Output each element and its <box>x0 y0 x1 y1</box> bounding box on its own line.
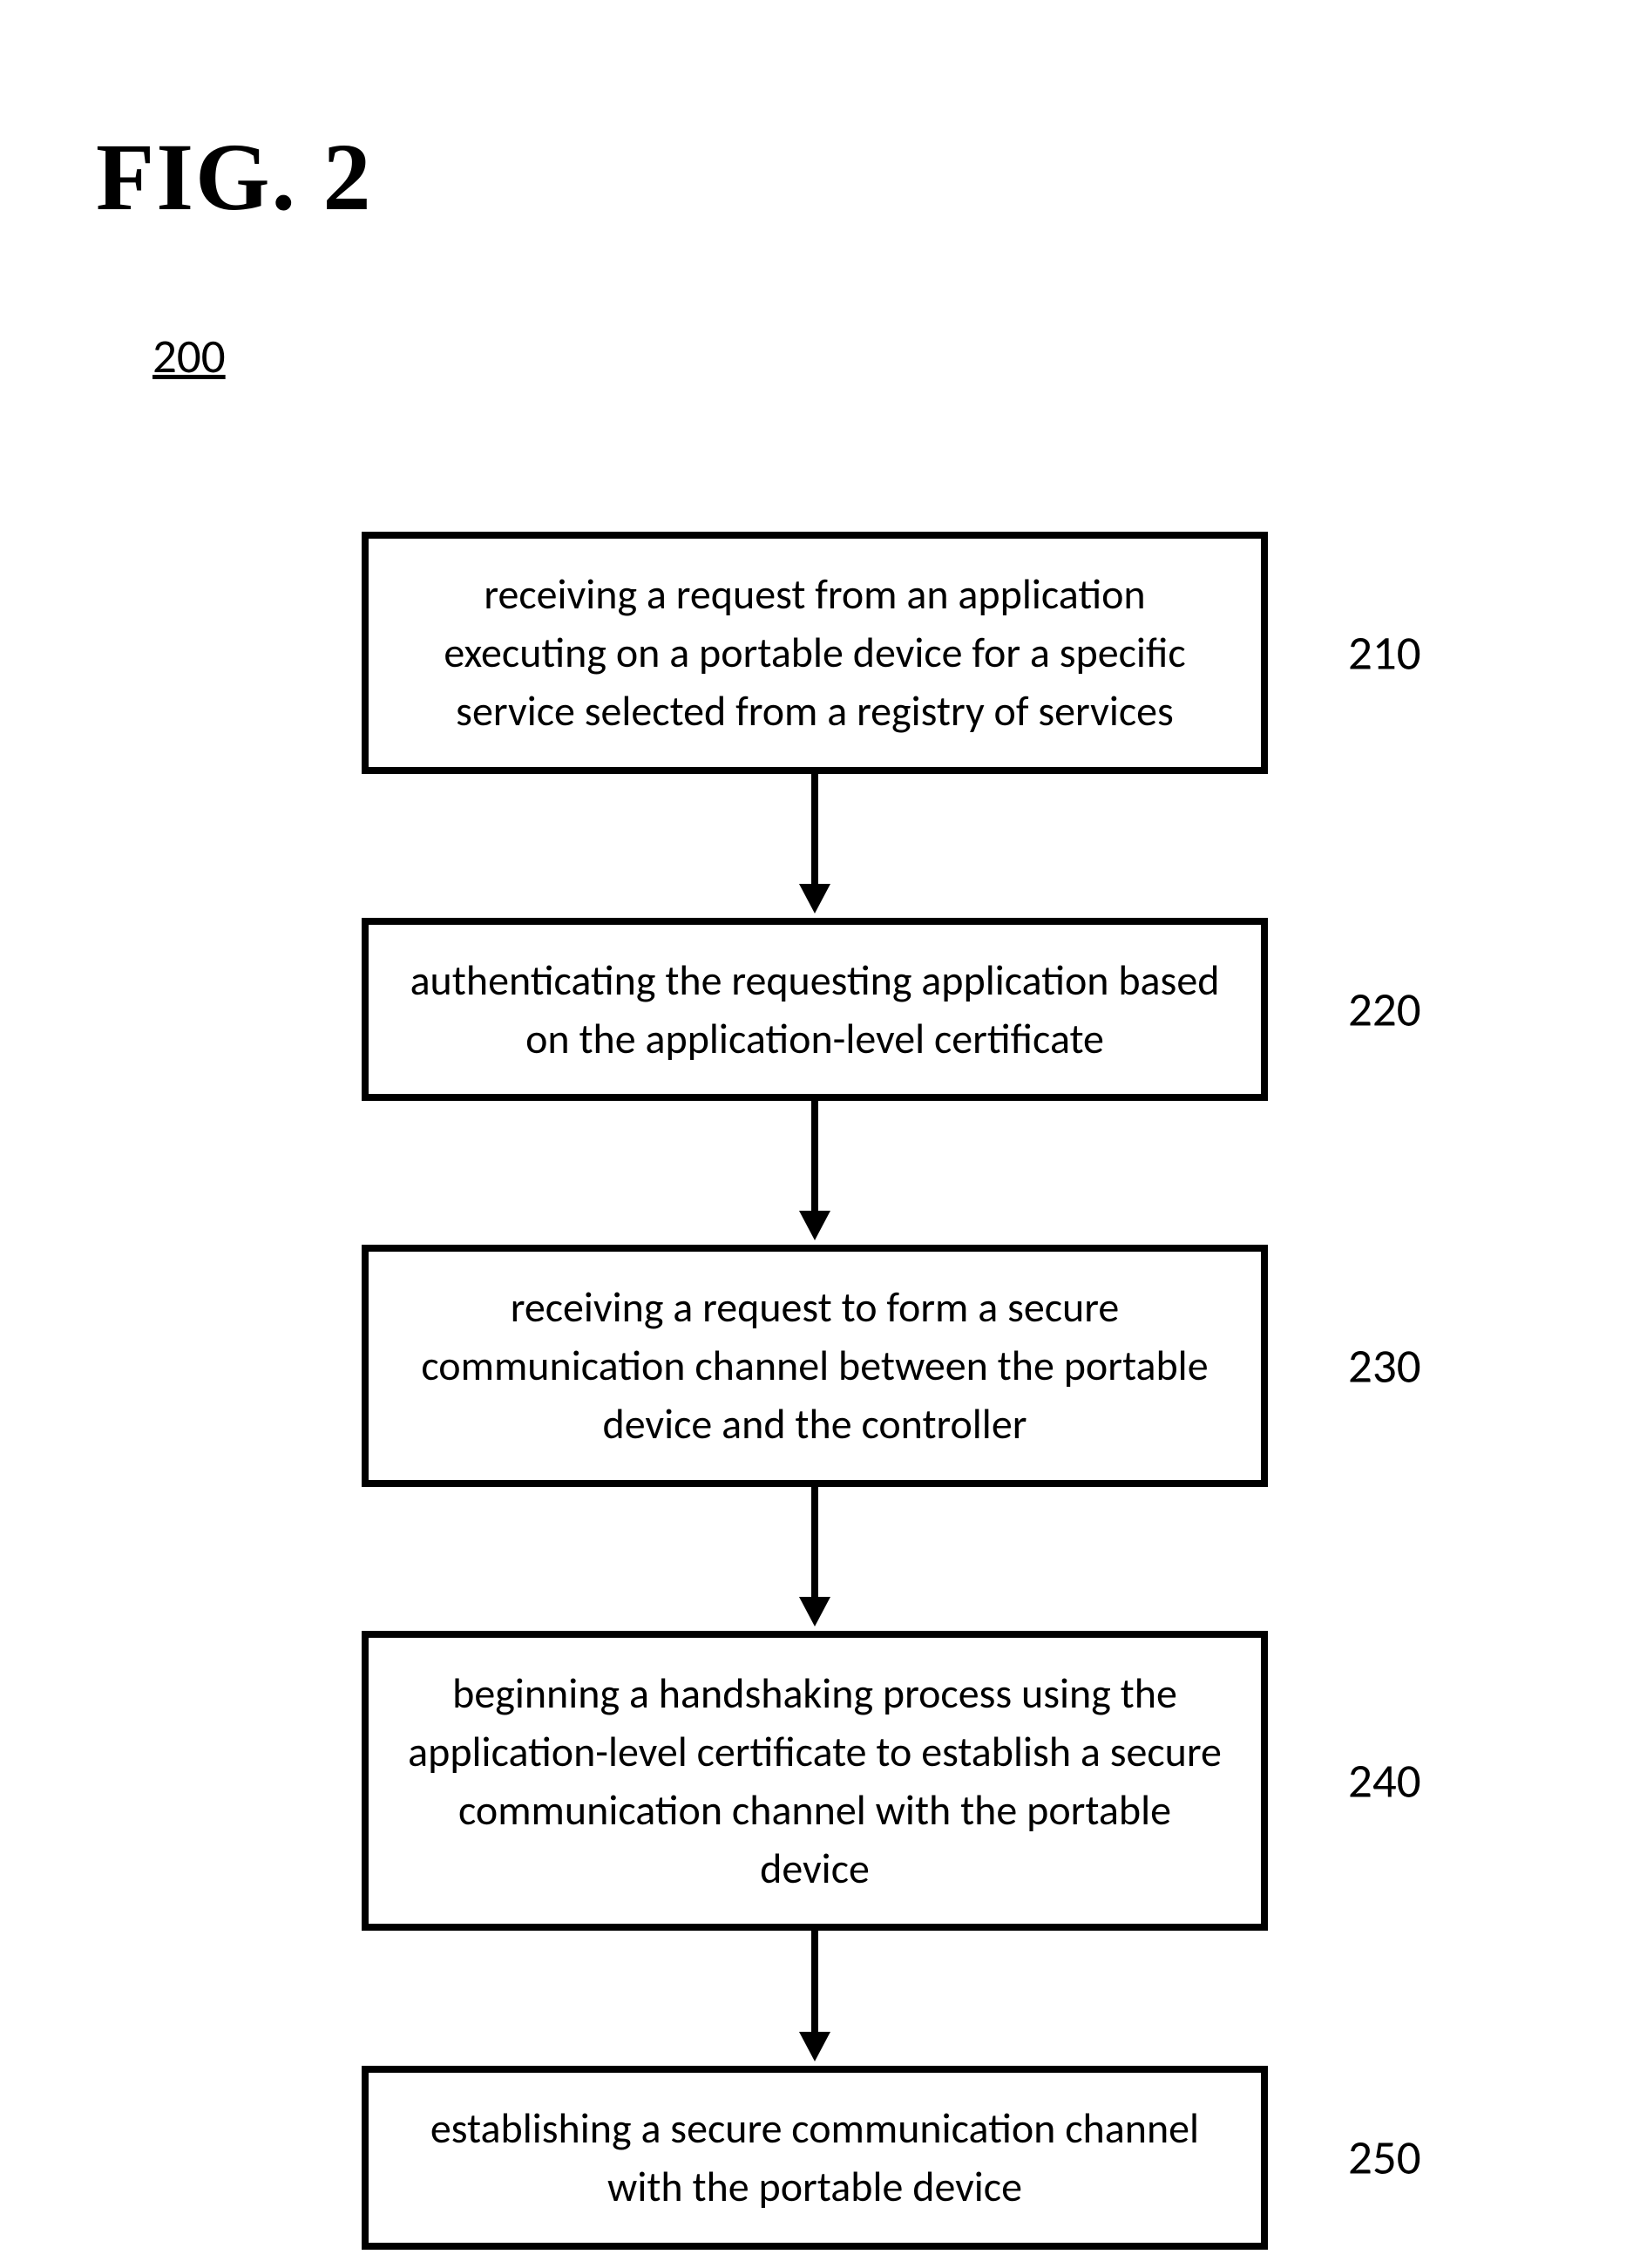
flow-arrow <box>362 1487 1268 1631</box>
flow-step-number: 220 <box>1348 975 1522 1042</box>
figure-reference-number: 200 <box>152 327 226 385</box>
flow-step-number: 230 <box>1348 1332 1522 1399</box>
flow-arrow <box>362 1101 1268 1245</box>
flow-step: establishing a secure communication chan… <box>362 2066 1268 2249</box>
flow-arrow <box>362 1931 1268 2066</box>
flow-step: beginning a handshaking process using th… <box>362 1631 1268 1932</box>
flow-step-text: establishing a secure communication chan… <box>403 2099 1226 2216</box>
figure-title: FIG. 2 <box>96 122 373 233</box>
flow-step-number: 250 <box>1348 2124 1522 2191</box>
flow-step: receiving a request from an application … <box>362 532 1268 774</box>
flow-step-text: receiving a request from an application … <box>403 565 1226 741</box>
flow-step: receiving a request to form a secure com… <box>362 1245 1268 1487</box>
flow-step-number: 240 <box>1348 1747 1522 1814</box>
flow-step-text: receiving a request to form a secure com… <box>403 1278 1226 1454</box>
flow-arrow <box>362 774 1268 918</box>
flow-step-text: beginning a handshaking process using th… <box>403 1664 1226 1898</box>
figure-page: FIG. 2 200 receiving a request from an a… <box>0 0 1633 2268</box>
flowchart: receiving a request from an application … <box>362 532 1285 2250</box>
flow-step-number: 210 <box>1348 619 1522 686</box>
flow-step: authenticating the requesting applicatio… <box>362 918 1268 1101</box>
flow-step-text: authenticating the requesting applicatio… <box>403 951 1226 1068</box>
